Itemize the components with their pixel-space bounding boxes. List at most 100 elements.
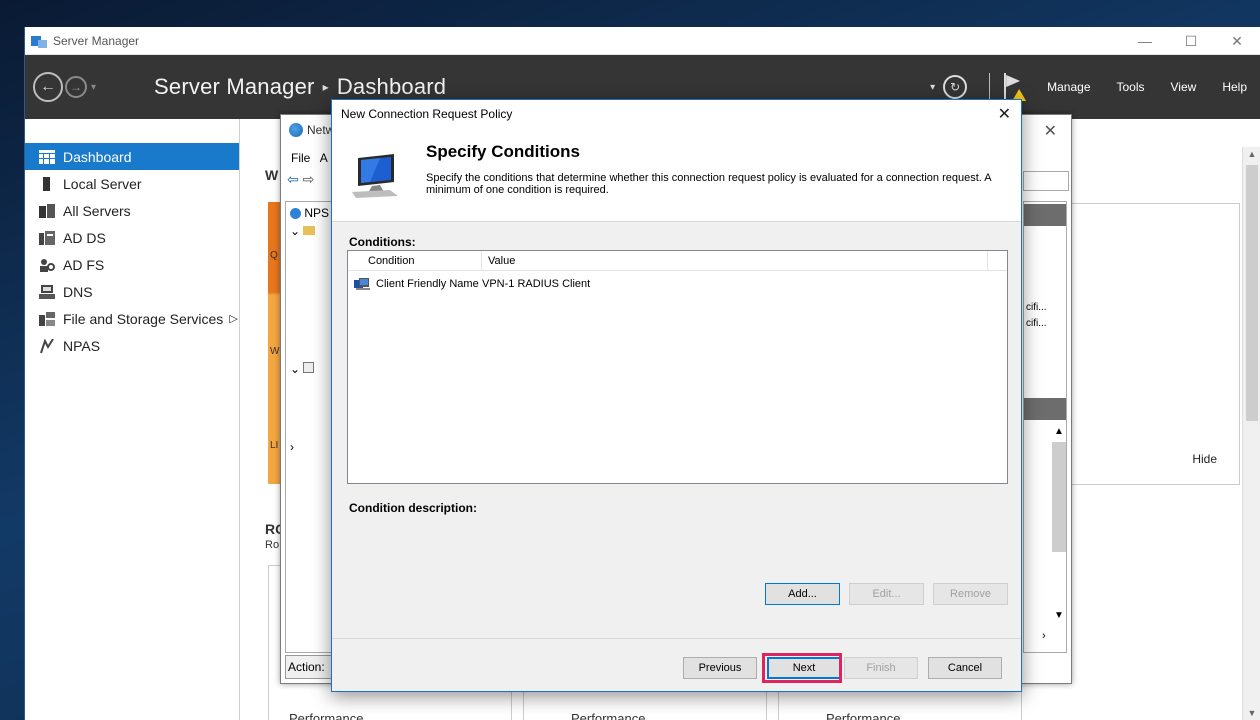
nps-back-icon[interactable]: ⇦ bbox=[287, 171, 299, 187]
dialog-header: Specify Conditions Specify the condition… bbox=[332, 128, 1021, 222]
nav-history-dropdown[interactable]: ▾ bbox=[91, 82, 96, 93]
notifications-flag-icon[interactable] bbox=[1002, 73, 1027, 101]
action-item-fragment[interactable]: cifi... bbox=[1026, 318, 1047, 329]
sidebar-item-dns[interactable]: DNS bbox=[25, 278, 239, 305]
sidebar-item-file-storage[interactable]: File and Storage Services ▷ bbox=[25, 305, 239, 332]
tree-expand-icon[interactable]: ⌄ bbox=[290, 362, 315, 376]
breadcrumb-current: Dashboard bbox=[336, 74, 447, 99]
nps-forward-icon[interactable]: ⇨ bbox=[303, 171, 315, 187]
sidebar-item-label: AD FS bbox=[63, 256, 105, 273]
edit-button[interactable]: Edit... bbox=[849, 583, 924, 605]
monitor-icon bbox=[350, 152, 402, 198]
scroll-up-icon[interactable]: ▲ bbox=[1054, 426, 1064, 437]
scroll-right-icon[interactable]: › bbox=[1042, 630, 1046, 642]
refresh-dropdown-icon[interactable]: ▾ bbox=[930, 82, 935, 93]
scroll-down-icon[interactable]: ▼ bbox=[1054, 610, 1064, 621]
npas-icon bbox=[39, 337, 55, 353]
adds-icon bbox=[39, 230, 55, 245]
sidebar: Dashboard Local Server All Servers AD DS… bbox=[25, 119, 240, 720]
finish-button[interactable]: Finish bbox=[844, 657, 918, 679]
sidebar-item-label: Local Server bbox=[63, 175, 142, 192]
actions-scroll-thumb[interactable] bbox=[1052, 442, 1066, 552]
column-header-condition[interactable]: Condition bbox=[348, 251, 482, 270]
client-computer-icon bbox=[354, 277, 372, 290]
action-item-fragment[interactable]: cifi... bbox=[1026, 302, 1047, 313]
nps-close-icon[interactable]: ✕ bbox=[1044, 121, 1057, 141]
welcome-panel-right: Hide bbox=[1044, 203, 1240, 485]
dashboard-icon bbox=[39, 149, 55, 164]
sidebar-item-label: NPAS bbox=[63, 337, 101, 354]
nps-menu: File A bbox=[291, 151, 328, 165]
adfs-icon bbox=[39, 258, 55, 272]
column-header-label: Value bbox=[488, 255, 516, 267]
sidebar-item-dashboard[interactable]: Dashboard bbox=[25, 143, 239, 170]
condition-description-label: Condition description: bbox=[349, 501, 477, 515]
sidebar-item-ad-ds[interactable]: AD DS bbox=[25, 224, 239, 251]
sidebar-item-ad-fs[interactable]: AD FS bbox=[25, 251, 239, 278]
add-button[interactable]: Add... bbox=[765, 583, 840, 605]
conditions-list[interactable]: Condition Value Client Friendly Name VPN… bbox=[347, 250, 1008, 484]
list-item[interactable]: Client Friendly Name VPN-1 RADIUS Client bbox=[348, 274, 1007, 293]
nps-tree-root-label: NPS bbox=[304, 206, 330, 220]
hide-link[interactable]: Hide bbox=[1192, 452, 1217, 466]
sidebar-item-label: File and Storage Services bbox=[63, 310, 224, 327]
column-letter-li: LI bbox=[270, 440, 279, 451]
tree-expand-icon[interactable]: ⌄ bbox=[290, 224, 316, 238]
nps-tree-root[interactable]: NPS bbox=[290, 206, 329, 220]
sidebar-item-label: All Servers bbox=[63, 202, 131, 219]
menu-tools[interactable]: Tools bbox=[1104, 80, 1158, 94]
nps-toolbar-field bbox=[1023, 171, 1069, 191]
expand-arrow-icon[interactable]: ▷ bbox=[229, 312, 237, 325]
server-manager-app-icon bbox=[31, 34, 47, 48]
dialog-title: New Connection Request Policy bbox=[341, 107, 513, 121]
folder-icon bbox=[303, 226, 316, 235]
refresh-control[interactable]: ▾ ↻ bbox=[930, 75, 968, 99]
close-button[interactable]: ✕ bbox=[1214, 27, 1260, 55]
nps-toolbar: ⇦ ⇨ bbox=[287, 171, 314, 188]
conditions-list-header: Condition Value bbox=[348, 251, 1007, 271]
scroll-up-icon[interactable]: ▲ bbox=[1243, 149, 1260, 159]
tree-collapse-icon[interactable]: › bbox=[290, 440, 294, 454]
sidebar-item-label: Dashboard bbox=[63, 148, 132, 165]
window-title: Server Manager bbox=[53, 33, 140, 48]
conditions-label: Conditions: bbox=[349, 235, 416, 249]
new-connection-request-policy-dialog: New Connection Request Policy ✕ Specify … bbox=[331, 99, 1022, 692]
breadcrumb: Server Manager ▸ Dashboard bbox=[154, 74, 446, 100]
sidebar-item-npas[interactable]: NPAS bbox=[25, 332, 239, 359]
sidebar-item-label: DNS bbox=[63, 283, 93, 300]
dialog-separator bbox=[332, 638, 1021, 639]
condition-name: Client Friendly Name bbox=[376, 277, 479, 290]
column-letter-q: Q bbox=[270, 250, 278, 261]
remove-button[interactable]: Remove bbox=[933, 583, 1008, 605]
next-button-highlight bbox=[762, 653, 842, 683]
dialog-close-icon[interactable]: ✕ bbox=[998, 104, 1011, 124]
scroll-thumb[interactable] bbox=[1246, 165, 1258, 421]
previous-button[interactable]: Previous bbox=[683, 657, 757, 679]
server-icon bbox=[39, 176, 55, 191]
nps-menu-file[interactable]: File bbox=[291, 151, 310, 165]
column-header-value[interactable]: Value bbox=[482, 251, 988, 270]
forward-button[interactable]: → bbox=[65, 76, 87, 98]
nps-menu-action[interactable]: A bbox=[320, 151, 328, 165]
menu-help[interactable]: Help bbox=[1209, 80, 1260, 94]
menu-manage[interactable]: Manage bbox=[1034, 80, 1103, 94]
window-titlebar: Server Manager — ☐ ✕ bbox=[25, 27, 1260, 55]
back-button[interactable]: ← bbox=[33, 72, 63, 102]
cancel-button[interactable]: Cancel bbox=[928, 657, 1002, 679]
window-controls: — ☐ ✕ bbox=[1122, 27, 1260, 55]
roles-subheading-fragment: Ro bbox=[265, 539, 280, 551]
menu-view[interactable]: View bbox=[1158, 80, 1210, 94]
minimize-button[interactable]: — bbox=[1122, 27, 1168, 55]
scroll-down-icon[interactable]: ▼ bbox=[1243, 708, 1260, 718]
welcome-heading-fragment: W bbox=[265, 167, 279, 183]
dialog-heading: Specify Conditions bbox=[426, 142, 580, 161]
page-scrollbar[interactable]: ▲ ▼ bbox=[1242, 147, 1260, 720]
sidebar-item-local-server[interactable]: Local Server bbox=[25, 170, 239, 197]
sidebar-item-all-servers[interactable]: All Servers bbox=[25, 197, 239, 224]
breadcrumb-root[interactable]: Server Manager bbox=[154, 74, 315, 100]
maximize-button[interactable]: ☐ bbox=[1168, 27, 1214, 55]
dns-icon bbox=[39, 284, 55, 299]
header-menu: Manage Tools View Help bbox=[1034, 80, 1260, 94]
document-icon bbox=[303, 362, 315, 373]
refresh-icon[interactable]: ↻ bbox=[943, 75, 968, 99]
